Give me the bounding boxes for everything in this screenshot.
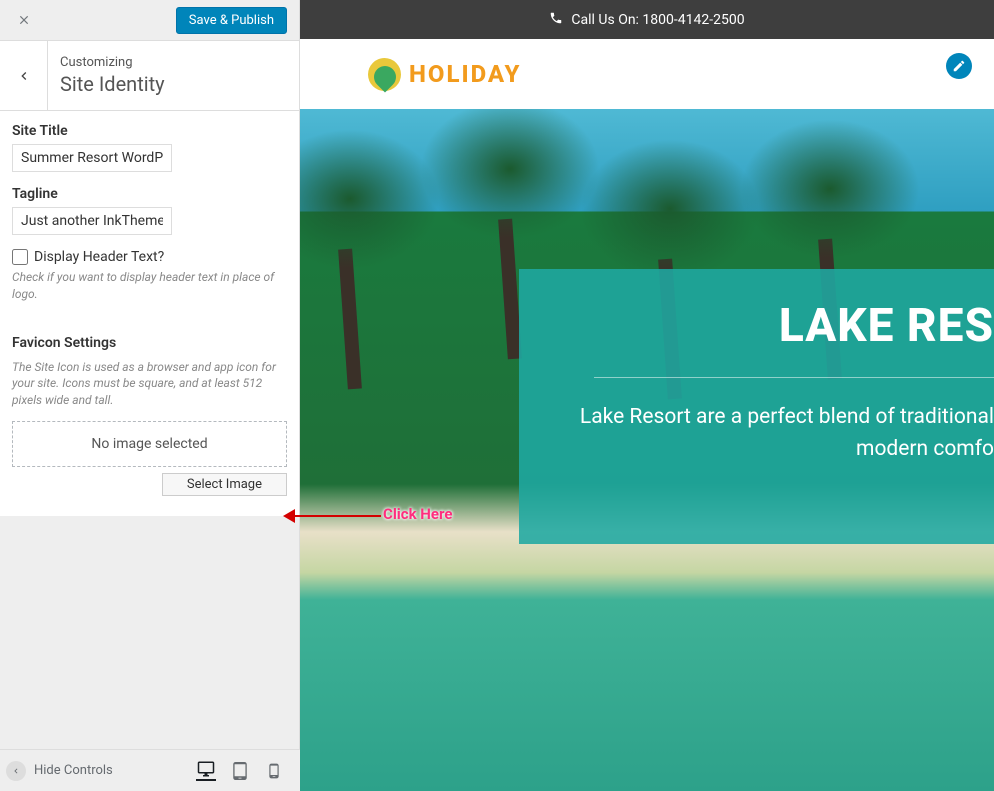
- customizing-label: Customizing: [60, 55, 287, 70]
- desktop-icon: [197, 760, 215, 778]
- display-header-help: Check if you want to display header text…: [12, 269, 287, 303]
- tagline-input[interactable]: [12, 207, 172, 235]
- mobile-icon: [266, 763, 282, 779]
- edit-shortcut-button[interactable]: [946, 53, 972, 79]
- site-preview: Call Us On: 1800-4142-2500 HOLIDAY LAKE …: [300, 0, 994, 791]
- preview-topbar: Call Us On: 1800-4142-2500: [300, 0, 994, 39]
- hide-controls-button[interactable]: Hide Controls: [6, 761, 113, 781]
- device-desktop-button[interactable]: [196, 761, 216, 781]
- site-logo[interactable]: HOLIDAY: [368, 58, 521, 91]
- device-buttons: [196, 761, 294, 781]
- favicon-description: The Site Icon is used as a browser and a…: [12, 359, 287, 409]
- pencil-icon: [952, 59, 966, 73]
- close-icon: [17, 13, 31, 27]
- collapse-icon: [6, 761, 26, 781]
- customizer-footer: Hide Controls: [0, 749, 300, 791]
- select-image-button[interactable]: Select Image: [162, 473, 287, 496]
- display-header-field: Display Header Text? Check if you want t…: [12, 249, 287, 303]
- tablet-icon: [231, 762, 249, 780]
- hero-section: LAKE RES Lake Resort are a perfect blend…: [300, 109, 994, 791]
- tagline-field: Tagline: [12, 186, 287, 235]
- favicon-section: Favicon Settings The Site Icon is used a…: [12, 335, 287, 496]
- tagline-label: Tagline: [12, 186, 287, 202]
- chevron-left-icon: [16, 68, 32, 84]
- device-mobile-button[interactable]: [264, 761, 284, 781]
- hide-controls-label: Hide Controls: [34, 763, 113, 778]
- close-button[interactable]: [12, 8, 36, 32]
- site-title-input[interactable]: [12, 144, 172, 172]
- site-title-field: Site Title: [12, 123, 287, 172]
- display-header-checkbox[interactable]: [12, 249, 28, 265]
- back-button[interactable]: [0, 41, 48, 110]
- customizer-panel: Save & Publish Customizing Site Identity…: [0, 0, 300, 791]
- phone-icon: [549, 11, 563, 29]
- section-title: Site Identity: [60, 72, 287, 96]
- preview-site-header: HOLIDAY: [300, 39, 994, 109]
- site-title-label: Site Title: [12, 123, 287, 139]
- hero-subtitle-line2: modern comfo: [549, 434, 994, 466]
- device-tablet-button[interactable]: [230, 761, 250, 781]
- logo-icon: [368, 58, 401, 91]
- customizer-header: Save & Publish: [0, 0, 299, 41]
- save-publish-button[interactable]: Save & Publish: [176, 7, 287, 34]
- favicon-dropzone[interactable]: No image selected: [12, 421, 287, 467]
- hero-divider: [594, 377, 994, 378]
- hero-subtitle-line1: Lake Resort are a perfect blend of tradi…: [549, 402, 994, 434]
- display-header-label: Display Header Text?: [34, 249, 164, 265]
- favicon-heading: Favicon Settings: [12, 335, 287, 351]
- hero-overlay: LAKE RES Lake Resort are a perfect blend…: [519, 269, 994, 544]
- call-us-text: Call Us On: 1800-4142-2500: [571, 12, 744, 28]
- section-title-row: Customizing Site Identity: [0, 41, 299, 111]
- section-title-block: Customizing Site Identity: [48, 41, 299, 110]
- logo-text: HOLIDAY: [409, 60, 521, 88]
- customizer-body: Site Title Tagline Display Header Text? …: [0, 111, 299, 516]
- hero-title: LAKE RES: [549, 299, 994, 353]
